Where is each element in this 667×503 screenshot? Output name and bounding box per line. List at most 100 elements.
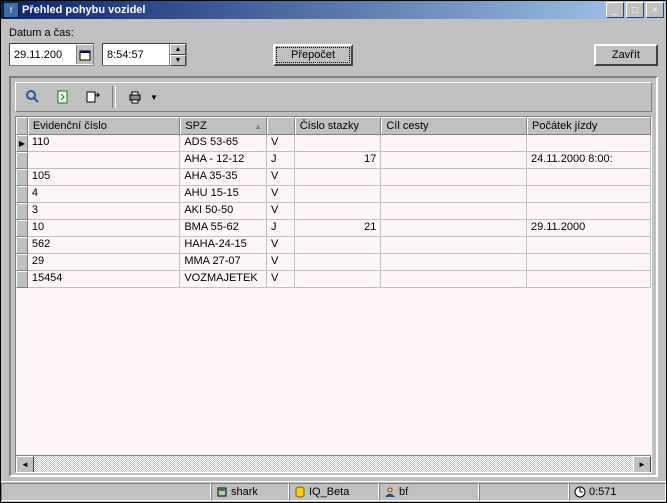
- datetime-label: Datum a čas:: [9, 27, 658, 39]
- row-selector[interactable]: [16, 203, 28, 220]
- row-selector[interactable]: [16, 186, 28, 203]
- status-panel-user: bf: [379, 483, 479, 501]
- cell-ev: 10: [28, 220, 181, 237]
- cell-cil: [381, 254, 527, 271]
- table-row[interactable]: 4AHU 15-15V: [16, 186, 651, 203]
- row-selector[interactable]: [16, 254, 28, 271]
- cell-ev: 4: [28, 186, 181, 203]
- cell-spz: ADS 53-65: [180, 135, 267, 152]
- scroll-left-button[interactable]: ◄: [16, 456, 34, 473]
- cell-pocatek: [527, 203, 651, 220]
- status-panel-empty2: [479, 483, 569, 501]
- row-selector[interactable]: ▶: [16, 135, 28, 152]
- close-button[interactable]: Zavřít: [594, 44, 658, 66]
- cell-ev: [28, 152, 181, 169]
- spin-down-button[interactable]: ▼: [170, 55, 186, 66]
- cell-spz: MMA 27-07: [180, 254, 267, 271]
- minimize-button[interactable]: _: [606, 2, 624, 18]
- col-pocatek[interactable]: Počátek jízdy: [527, 117, 651, 135]
- grid-body: ▶110ADS 53-65VAHA - 12-12 J 17 24.11.2000 8…: [16, 135, 651, 455]
- maximize-button[interactable]: □: [626, 2, 644, 18]
- cell-cil: [381, 237, 527, 254]
- export-icon[interactable]: [80, 85, 106, 109]
- scroll-right-button[interactable]: ►: [633, 456, 651, 473]
- cell-stazka: [295, 254, 382, 271]
- cell-cil: [381, 186, 527, 203]
- data-grid[interactable]: Evidenční číslo SPZ▲ Číslo stazky Cíl ce…: [15, 116, 652, 473]
- table-row[interactable]: 29MMA 27-07V: [16, 254, 651, 271]
- scroll-track[interactable]: [34, 456, 633, 472]
- recalc-button[interactable]: Přepočet: [273, 44, 353, 66]
- table-row[interactable]: 10BMA 55-62J2129.11.2000: [16, 220, 651, 237]
- cell-stazka: [295, 237, 382, 254]
- print-dropdown-icon[interactable]: ▼: [150, 93, 158, 102]
- cell-spz: AHA - 12-12: [180, 152, 267, 169]
- cell-pocatek: [527, 237, 651, 254]
- date-picker[interactable]: [9, 43, 94, 66]
- cell-type: V: [267, 169, 295, 186]
- refresh-icon[interactable]: [50, 85, 76, 109]
- cell-pocatek: 24.11.2000 8:00:: [527, 152, 651, 169]
- toolbar-separator: [112, 86, 116, 108]
- row-selector[interactable]: [16, 169, 28, 186]
- search-icon[interactable]: [20, 85, 46, 109]
- table-row[interactable]: 3AKI 50-50V: [16, 203, 651, 220]
- cell-spz: BMA 55-62: [180, 220, 267, 237]
- cell-stazka: [295, 169, 382, 186]
- cell-spz: AHA 35-35: [180, 169, 267, 186]
- row-selector[interactable]: [16, 152, 28, 169]
- calendar-icon[interactable]: [76, 45, 93, 64]
- user-icon: [384, 486, 396, 498]
- row-selector[interactable]: [16, 237, 28, 254]
- cell-type: V: [267, 135, 295, 152]
- cell-stazka: [295, 271, 382, 288]
- table-row[interactable]: AHA - 12-12J1724.11.2000 8:00:: [16, 152, 651, 169]
- row-selector[interactable]: [16, 271, 28, 288]
- col-stazka[interactable]: Číslo stazky: [295, 117, 382, 135]
- col-type[interactable]: [267, 117, 295, 135]
- table-row[interactable]: 105AHA 35-35V: [16, 169, 651, 186]
- horizontal-scrollbar[interactable]: ◄ ►: [16, 455, 651, 472]
- col-cil[interactable]: Cíl cesty: [381, 117, 527, 135]
- close-window-button[interactable]: ×: [646, 2, 664, 18]
- cell-type: V: [267, 186, 295, 203]
- app-icon: f: [3, 2, 19, 18]
- cell-stazka: 21: [295, 220, 382, 237]
- print-icon[interactable]: [122, 85, 148, 109]
- cell-type: V: [267, 237, 295, 254]
- status-panel-db: IQ_Beta: [289, 483, 379, 501]
- grid-toolbar: ▼: [15, 82, 652, 112]
- server-icon: [216, 486, 228, 498]
- table-row[interactable]: 15454VOZMAJETEKV: [16, 271, 651, 288]
- cell-ev: 15454: [28, 271, 181, 288]
- grid-panel: ▼ Evidenční číslo SPZ▲ Číslo stazky Cíl …: [9, 76, 658, 477]
- cell-type: J: [267, 220, 295, 237]
- time-picker[interactable]: ▲ ▼: [102, 43, 187, 66]
- col-spz[interactable]: SPZ▲: [180, 117, 267, 135]
- cell-pocatek: [527, 135, 651, 152]
- row-selector-header: [16, 117, 28, 135]
- spin-up-button[interactable]: ▲: [170, 44, 186, 55]
- cell-ev: 562: [28, 237, 181, 254]
- cell-type: V: [267, 203, 295, 220]
- cell-spz: AHU 15-15: [180, 186, 267, 203]
- controls-row: ▲ ▼ Přepočet Zavřít: [9, 43, 658, 66]
- table-row[interactable]: ▶110ADS 53-65V: [16, 135, 651, 152]
- cell-cil: [381, 135, 527, 152]
- cell-stazka: [295, 203, 382, 220]
- client-area: Datum a čas: ▲ ▼ Přepočet Zavřít: [1, 19, 666, 481]
- col-evidencni[interactable]: Evidenční číslo: [28, 117, 181, 135]
- cell-type: V: [267, 271, 295, 288]
- table-row[interactable]: 562HAHA-24-15V: [16, 237, 651, 254]
- cell-spz: AKI 50-50: [180, 203, 267, 220]
- time-input[interactable]: [103, 47, 169, 63]
- clock-icon: [574, 486, 586, 498]
- sort-indicator-icon: ▲: [254, 122, 262, 131]
- date-input[interactable]: [10, 47, 76, 63]
- cell-pocatek: [527, 271, 651, 288]
- statusbar: shark IQ_Beta bf 0:571: [1, 481, 666, 502]
- cell-stazka: 17: [295, 152, 382, 169]
- app-window: f Přehled pohybu vozidel _ □ × Datum a č…: [0, 0, 667, 503]
- row-selector[interactable]: [16, 220, 28, 237]
- cell-stazka: [295, 186, 382, 203]
